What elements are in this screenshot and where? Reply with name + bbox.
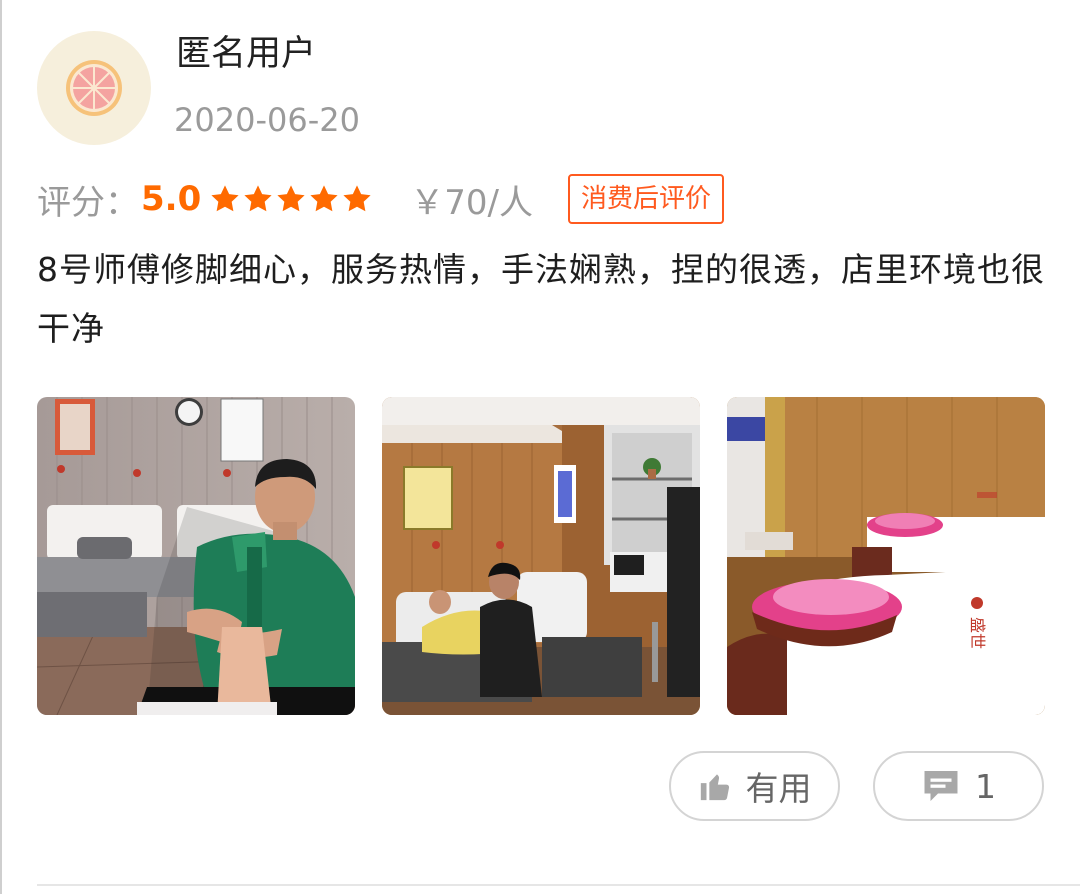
comment-button[interactable]: 1	[873, 751, 1044, 821]
rating-score: 5.0	[141, 179, 202, 219]
star-icon	[211, 185, 239, 212]
massage-room-photo	[382, 397, 700, 715]
review-card: 匿名用户 2020-06-20 评分： 5.0 ￥70/人 消费后评价 8号师傅…	[0, 0, 1080, 894]
star-icon	[244, 185, 272, 212]
review-photo-1[interactable]	[37, 397, 355, 715]
useful-button[interactable]: 有用	[669, 751, 840, 821]
review-text: 8号师傅修脚细心，服务热情，手法娴熟，捏的很透，店里环境也很干净	[37, 250, 1045, 348]
star-icon	[277, 185, 305, 212]
therapist-foot-massage-photo	[37, 397, 355, 715]
left-border	[0, 0, 2, 894]
divider	[37, 884, 1080, 886]
massage-beds-photo: 盛世	[727, 397, 1045, 715]
review-date: 2020-06-20	[174, 101, 360, 139]
thumbs-up-icon	[698, 769, 732, 803]
useful-label: 有用	[745, 769, 812, 808]
username[interactable]: 匿名用户	[176, 32, 316, 76]
rating-label: 评分：	[37, 182, 139, 223]
star-icon	[310, 185, 338, 212]
star-icon	[343, 185, 371, 212]
rating-row: 评分： 5.0 ￥70/人 消费后评价	[37, 174, 724, 224]
star-rating	[209, 183, 374, 215]
grapefruit-slice-icon	[66, 60, 122, 116]
price-per-person: ￥70/人	[410, 182, 533, 223]
post-purchase-badge: 消费后评价	[567, 174, 724, 224]
comment-count: 1	[975, 766, 996, 806]
comment-icon	[921, 768, 961, 804]
review-photo-3[interactable]: 盛世	[727, 397, 1045, 715]
svg-text:盛世: 盛世	[968, 617, 987, 649]
review-photo-2[interactable]	[382, 397, 700, 715]
avatar[interactable]	[37, 31, 151, 145]
